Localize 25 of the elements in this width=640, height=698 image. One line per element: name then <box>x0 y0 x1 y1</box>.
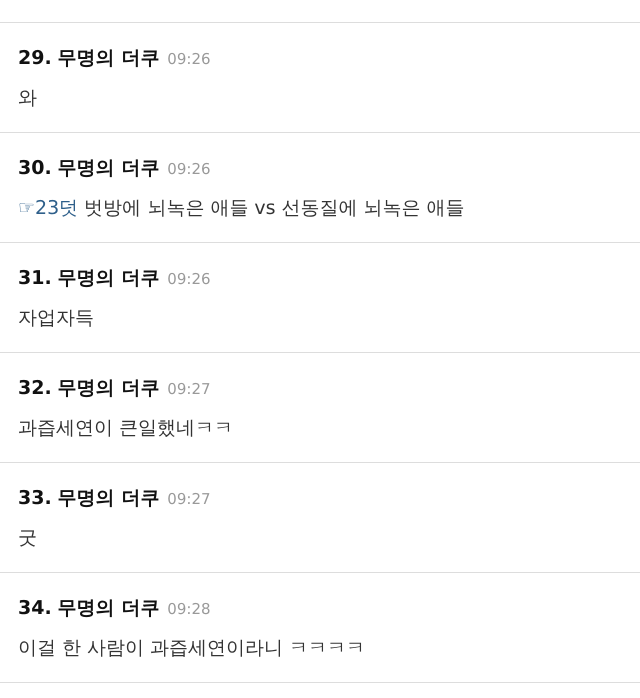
comment-number: 34. <box>18 596 52 618</box>
comment-text: 벗방에 뇌녹은 애들 vs 선동질에 뇌녹은 애들 <box>84 196 465 220</box>
comment-time: 09:27 <box>167 490 211 508</box>
comment-author: 무명의 더쿠 <box>58 266 160 290</box>
comment-time: 09:26 <box>167 160 211 178</box>
comment-author: 무명의 더쿠 <box>58 596 160 620</box>
comment-number: 31. <box>18 266 52 288</box>
comment-text: 와 <box>18 86 37 110</box>
reply-link[interactable]: ☞23덧 <box>18 194 78 220</box>
comment-text: 자업자득 <box>18 306 94 330</box>
comment-number: 32. <box>18 376 52 398</box>
comment-time: 09:27 <box>167 380 211 398</box>
comment-author: 무명의 더쿠 <box>58 486 160 510</box>
comment-text: 굿 <box>18 526 37 550</box>
comment-time: 09:26 <box>167 270 211 288</box>
comment-number: 30. <box>18 156 52 178</box>
comment-text: 과즙세연이 큰일했네ㅋㅋ <box>18 416 234 440</box>
comment-time: 09:26 <box>167 50 211 68</box>
comment-author: 무명의 더쿠 <box>58 46 160 70</box>
comment-number: 33. <box>18 486 52 508</box>
comment-author: 무명의 더쿠 <box>58 156 160 180</box>
comment-text: 이걸 한 사람이 과즙세연이라니 ㅋㅋㅋㅋ <box>18 636 366 660</box>
comment-number: 29. <box>18 46 52 68</box>
comment-author: 무명의 더쿠 <box>58 376 160 400</box>
comment-time: 09:28 <box>167 600 211 618</box>
